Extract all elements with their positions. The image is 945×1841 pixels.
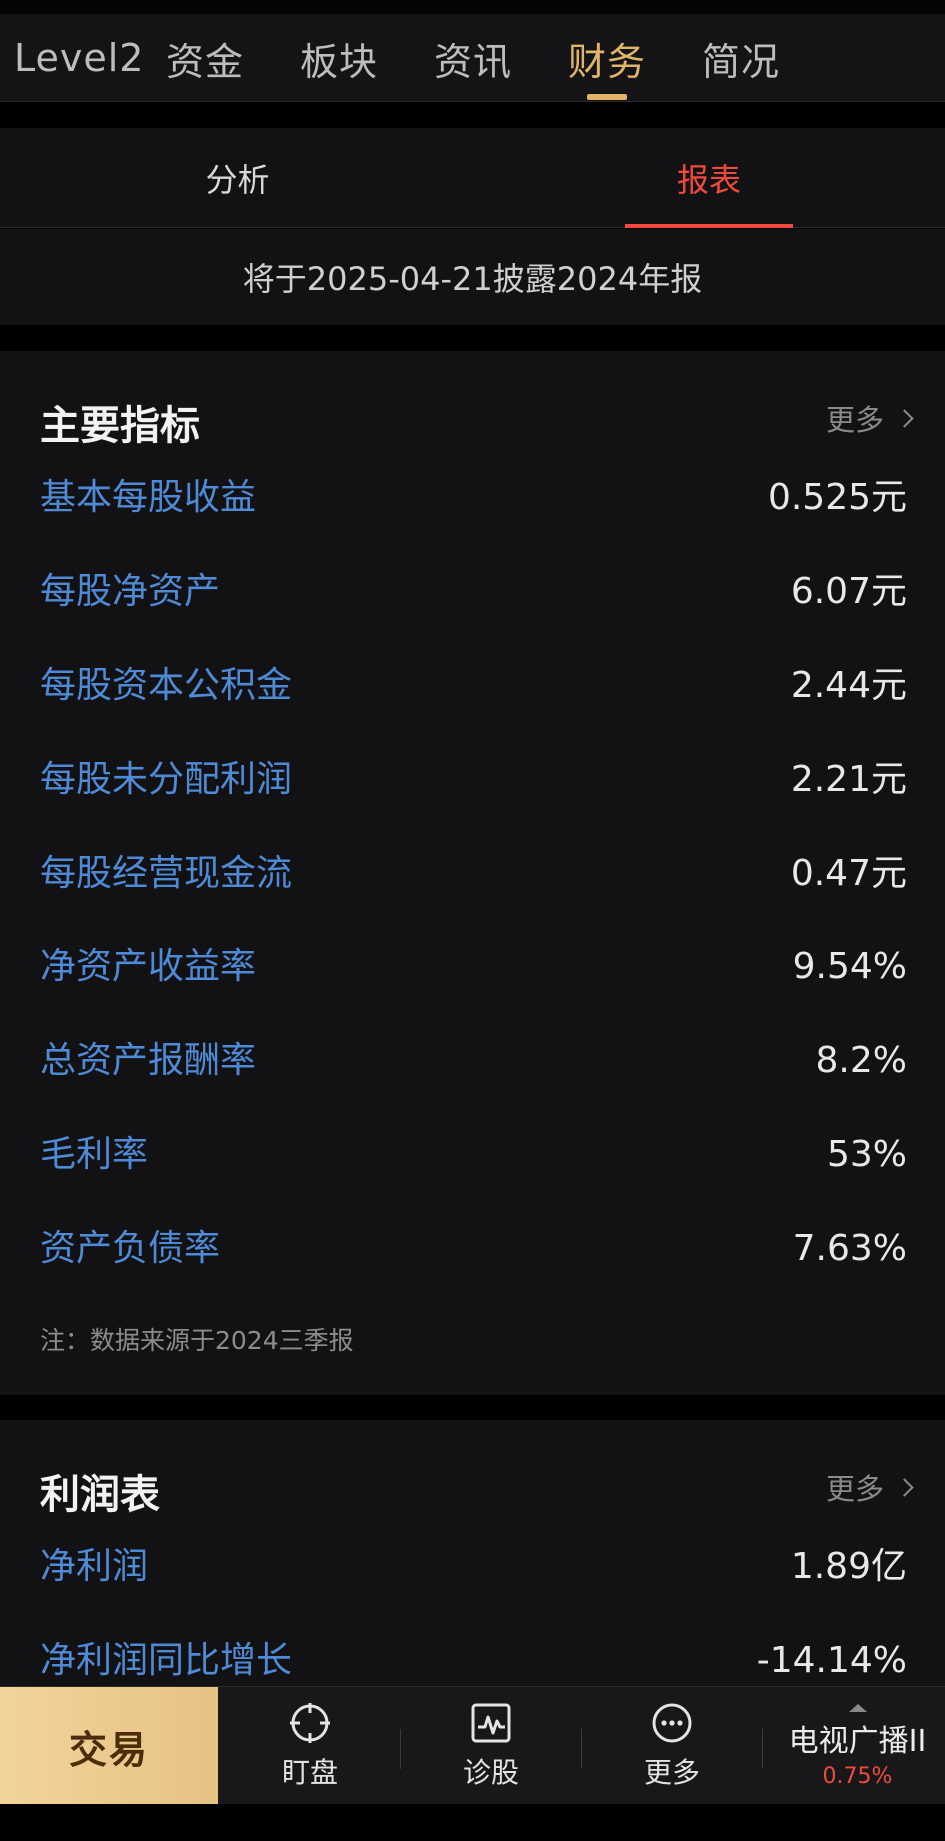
sub-tab-bar: 分析 报表 — [0, 128, 945, 228]
tab-label: 资讯 — [434, 39, 513, 84]
bottom-nav-bar: 交易 盯盘 诊股 更多 电视广播II 0.75% — [0, 1686, 945, 1805]
system-bottom-strip — [0, 1804, 945, 1841]
tab-label: 分析 — [205, 161, 270, 199]
indicator-row[interactable]: 基本每股收益 0.525元 — [0, 468, 945, 528]
nav-label: 更多 — [643, 1756, 700, 1789]
indicator-row[interactable]: 每股未分配利润 2.21元 — [0, 750, 945, 810]
indicator-row[interactable]: 资产负债率 7.63% — [0, 1219, 945, 1279]
trade-button[interactable]: 交易 — [0, 1687, 218, 1805]
card-title: 主要指标 — [40, 403, 200, 449]
tab-funds[interactable]: 资金 — [166, 14, 244, 102]
nav-divider — [581, 1729, 582, 1769]
indicator-value: 2.44元 — [790, 665, 907, 706]
tab-label: 板块 — [300, 39, 379, 84]
tab-label: Level2 — [14, 36, 145, 80]
income-label: 净利润同比增长 — [40, 1640, 293, 1681]
indicator-label: 每股经营现金流 — [40, 853, 293, 894]
tab-label: 简况 — [702, 39, 781, 84]
indicator-value: 2.21元 — [790, 759, 907, 800]
indicator-value: 9.54% — [792, 946, 907, 987]
chevron-right-icon — [895, 408, 914, 428]
more-dots-icon — [652, 1703, 692, 1743]
income-value: 1.89亿 — [790, 1546, 907, 1587]
indicator-row[interactable]: 毛利率 53% — [0, 1125, 945, 1185]
active-tab-indicator — [587, 94, 627, 100]
nav-divider — [762, 1729, 763, 1769]
tab-profile[interactable]: 简况 — [702, 14, 780, 102]
income-value: -14.14% — [756, 1640, 907, 1681]
indicator-row[interactable]: 净资产收益率 9.54% — [0, 937, 945, 997]
tab-news[interactable]: 资讯 — [434, 14, 512, 102]
nav-watch[interactable]: 盯盘 — [240, 1687, 380, 1805]
stock-change: 0.75% — [822, 1763, 893, 1789]
more-label: 更多 — [825, 403, 884, 437]
indicator-row[interactable]: 每股净资产 6.07元 — [0, 562, 945, 622]
indicator-value: 6.07元 — [790, 571, 907, 612]
data-source-note: 注：数据来源于2024三季报 — [40, 1326, 354, 1355]
tab-analysis[interactable]: 分析 — [170, 128, 305, 228]
indicator-label: 每股资本公积金 — [40, 665, 293, 706]
indicator-value: 0.525元 — [767, 477, 907, 518]
expand-up-icon — [848, 1703, 867, 1712]
indicator-value: 0.47元 — [790, 853, 907, 894]
pulse-chart-icon — [471, 1703, 511, 1743]
top-tab-bar: Level2 资金 板块 资讯 财务 简况 — [0, 14, 945, 102]
tab-label: 报表 — [676, 161, 741, 199]
income-statement-card: 利润表 更多 净利润 1.89亿 净利润同比增长 -14.14% — [0, 1420, 945, 1686]
indicator-row[interactable]: 总资产报酬率 8.2% — [0, 1031, 945, 1091]
chevron-right-icon — [895, 1477, 914, 1497]
indicator-label: 每股净资产 — [40, 571, 221, 612]
indicator-label: 净资产收益率 — [40, 946, 257, 987]
income-row[interactable]: 净利润 1.89亿 — [0, 1537, 945, 1597]
nav-diagnose[interactable]: 诊股 — [421, 1687, 561, 1805]
stock-name: 电视广播II — [788, 1723, 927, 1759]
tab-finance[interactable]: 财务 — [568, 14, 646, 102]
indicator-label: 毛利率 — [40, 1134, 149, 1175]
indicator-value: 7.63% — [792, 1228, 907, 1269]
notice-text: 将于2025-04-21披露2024年报 — [242, 260, 703, 298]
target-icon — [290, 1703, 330, 1743]
income-label: 净利润 — [40, 1546, 149, 1587]
more-button[interactable]: 更多 — [825, 397, 914, 439]
indicator-label: 总资产报酬率 — [40, 1040, 257, 1081]
status-strip — [0, 0, 945, 14]
indicator-label: 资产负债率 — [40, 1228, 221, 1269]
indicator-label: 每股未分配利润 — [40, 759, 293, 800]
main-indicators-card: 主要指标 更多 基本每股收益 0.525元 每股净资产 6.07元 每股资本公积… — [0, 351, 945, 1395]
nav-label: 盯盘 — [281, 1756, 338, 1789]
tab-reports[interactable]: 报表 — [625, 128, 793, 228]
indicator-row[interactable]: 每股资本公积金 2.44元 — [0, 656, 945, 716]
trade-label: 交易 — [68, 1727, 149, 1772]
more-label: 更多 — [825, 1472, 884, 1506]
income-row[interactable]: 净利润同比增长 -14.14% — [0, 1631, 945, 1686]
disclosure-notice: 将于2025-04-21披露2024年报 — [0, 229, 945, 325]
nav-label: 诊股 — [462, 1756, 519, 1789]
tab-sectors[interactable]: 板块 — [300, 14, 378, 102]
nav-more[interactable]: 更多 — [602, 1687, 742, 1805]
indicator-row[interactable]: 每股经营现金流 0.47元 — [0, 844, 945, 904]
nav-divider — [400, 1729, 401, 1769]
card-title: 利润表 — [40, 1472, 160, 1518]
more-button[interactable]: 更多 — [825, 1466, 914, 1508]
tab-label: 资金 — [166, 39, 245, 84]
indicator-value: 8.2% — [815, 1040, 907, 1081]
tab-label: 财务 — [568, 39, 647, 84]
active-tab-indicator — [625, 224, 793, 228]
tab-level2[interactable]: Level2 — [14, 14, 144, 102]
current-stock-ticker[interactable]: 电视广播II 0.75% — [770, 1687, 945, 1805]
indicator-value: 53% — [826, 1134, 907, 1175]
indicator-label: 基本每股收益 — [40, 477, 257, 518]
